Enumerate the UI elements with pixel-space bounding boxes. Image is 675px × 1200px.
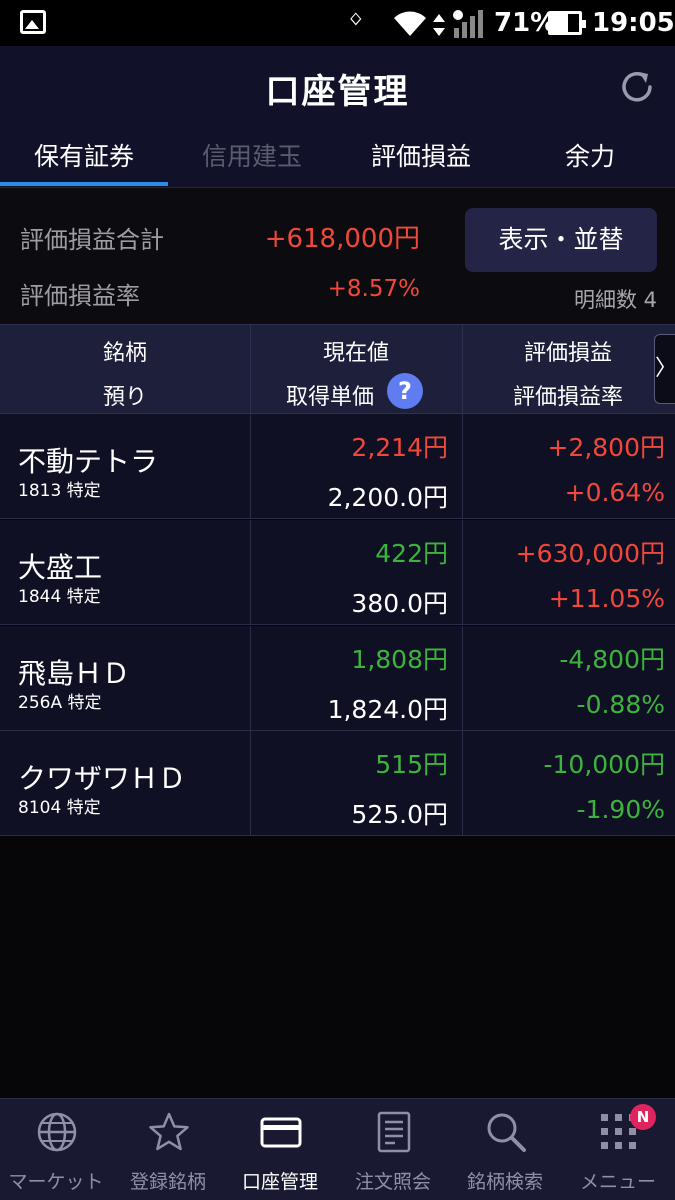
cell-divider — [250, 414, 251, 519]
profit-loss: +630,000円 — [515, 539, 665, 568]
bluetooth-icon: ᛜ — [348, 6, 364, 36]
stock-code: 1844 特定 — [18, 587, 101, 607]
refresh-icon[interactable] — [618, 68, 656, 106]
col-header-custody: 預り — [102, 385, 147, 410]
cell-divider — [462, 414, 463, 519]
tab-bar: 保有証券 信用建玉 評価損益 余力 — [0, 128, 675, 188]
globe-icon — [37, 1112, 77, 1152]
stock-name: クワザワＨＤ — [18, 762, 187, 795]
status-bar: ᛜ 71% 19:05 — [0, 0, 675, 46]
stock-name: 飛島ＨＤ — [18, 657, 131, 690]
cell-divider — [250, 520, 251, 625]
stock-code: 1813 特定 — [18, 481, 101, 501]
help-icon[interactable]: ? — [387, 373, 423, 409]
current-price: 422円 — [375, 539, 448, 568]
display-sort-button[interactable]: 表示・並替 — [465, 208, 657, 272]
summary-panel: 評価損益合計 +618,000円 評価損益率 +8.57% 表示・並替 明細数 … — [0, 188, 675, 324]
nav-label: マーケット — [8, 1171, 104, 1193]
nav-market[interactable]: マーケット — [0, 1099, 112, 1200]
cell-divider — [250, 731, 251, 836]
scroll-right-icon[interactable]: 〉 — [654, 334, 675, 404]
profit-loss-rate: -1.90% — [576, 795, 665, 824]
avg-cost: 380.0円 — [351, 589, 448, 618]
document-icon — [377, 1111, 411, 1153]
detail-count: 明細数 4 — [573, 288, 657, 312]
stock-code: 8104 特定 — [18, 798, 101, 818]
profit-loss-rate: -0.88% — [576, 690, 665, 719]
cell-divider — [462, 731, 463, 836]
table-header: 銘柄 預り 現在値 取得単価 評価損益 評価損益率 — [0, 324, 675, 415]
bottom-nav: マーケット 登録銘柄 口座管理 注文照会 銘柄検索 メニュー — [0, 1098, 675, 1200]
tab-margin-positions[interactable]: 信用建玉 — [168, 128, 336, 188]
current-price: 2,214円 — [351, 433, 448, 462]
total-pl-label: 評価損益合計 — [20, 226, 164, 254]
wifi-icon — [394, 11, 426, 37]
total-pl-value: +618,000円 — [264, 224, 420, 254]
search-icon — [487, 1113, 526, 1152]
profit-loss-rate: +0.64% — [564, 478, 665, 507]
battery-percent: 71% — [494, 8, 557, 38]
app-header: 口座管理 — [0, 46, 675, 128]
tab-buying-power[interactable]: 余力 — [506, 128, 674, 188]
stock-name: 大盛工 — [18, 551, 103, 584]
nav-label: 銘柄検索 — [466, 1171, 543, 1193]
card-icon — [260, 1117, 302, 1148]
data-activity-icon — [433, 14, 445, 36]
profit-loss-rate: +11.05% — [548, 584, 665, 613]
page-title: 口座管理 — [265, 72, 410, 112]
clock: 19:05 — [592, 8, 675, 38]
avg-cost: 1,824.0円 — [327, 695, 448, 724]
cell-divider — [250, 626, 251, 731]
nav-label: 登録銘柄 — [129, 1171, 206, 1193]
nav-stock-search[interactable]: 銘柄検索 — [449, 1099, 561, 1200]
avg-cost: 525.0円 — [351, 800, 448, 829]
stock-name: 不動テトラ — [18, 445, 159, 478]
col-header-pl: 評価損益 — [523, 341, 612, 366]
photo-notification-icon — [20, 10, 46, 34]
profit-loss: -4,800円 — [559, 645, 665, 674]
nav-account[interactable]: 口座管理 — [224, 1099, 336, 1200]
avg-cost: 2,200.0円 — [327, 483, 448, 512]
star-icon — [149, 1112, 189, 1151]
col-header-pl-rate: 評価損益率 — [512, 385, 623, 410]
tab-profit-loss[interactable]: 評価損益 — [337, 128, 505, 188]
menu-new-badge: N — [630, 1104, 656, 1130]
profit-loss: +2,800円 — [547, 433, 665, 462]
profit-loss: -10,000円 — [543, 750, 666, 779]
col-header-current-price: 現在値 — [322, 341, 389, 366]
table-row[interactable]: クワザワＨＤ 8104 特定 515円 525.0円 -10,000円 -1.9… — [0, 731, 675, 836]
table-row[interactable]: 飛島ＨＤ 256A 特定 1,808円 1,824.0円 -4,800円 -0.… — [0, 626, 675, 731]
cell-divider — [462, 626, 463, 731]
pl-rate-label: 評価損益率 — [20, 282, 140, 310]
table-row[interactable]: 不動テトラ 1813 特定 2,214円 2,200.0円 +2,800円 +0… — [0, 414, 675, 519]
current-price: 515円 — [375, 750, 448, 779]
nav-label: 口座管理 — [241, 1171, 318, 1193]
signal-icon — [453, 10, 483, 38]
nav-label: 注文照会 — [354, 1171, 431, 1193]
stock-code: 256A 特定 — [18, 693, 102, 713]
current-price: 1,808円 — [351, 645, 448, 674]
nav-watchlist[interactable]: 登録銘柄 — [112, 1099, 224, 1200]
tab-holdings[interactable]: 保有証券 — [0, 128, 168, 188]
nav-orders[interactable]: 注文照会 — [337, 1099, 449, 1200]
nav-label: メニュー — [579, 1171, 656, 1193]
col-header-avg-cost: 取得単価 — [285, 385, 374, 410]
table-row[interactable]: 大盛工 1844 特定 422円 380.0円 +630,000円 +11.05… — [0, 520, 675, 625]
empty-list-area — [0, 836, 675, 1098]
battery-icon — [548, 11, 586, 35]
cell-divider — [462, 520, 463, 625]
col-header-stock: 銘柄 — [102, 341, 147, 366]
nav-menu[interactable]: メニュー — [562, 1099, 674, 1200]
pl-rate-value: +8.57% — [327, 276, 420, 302]
